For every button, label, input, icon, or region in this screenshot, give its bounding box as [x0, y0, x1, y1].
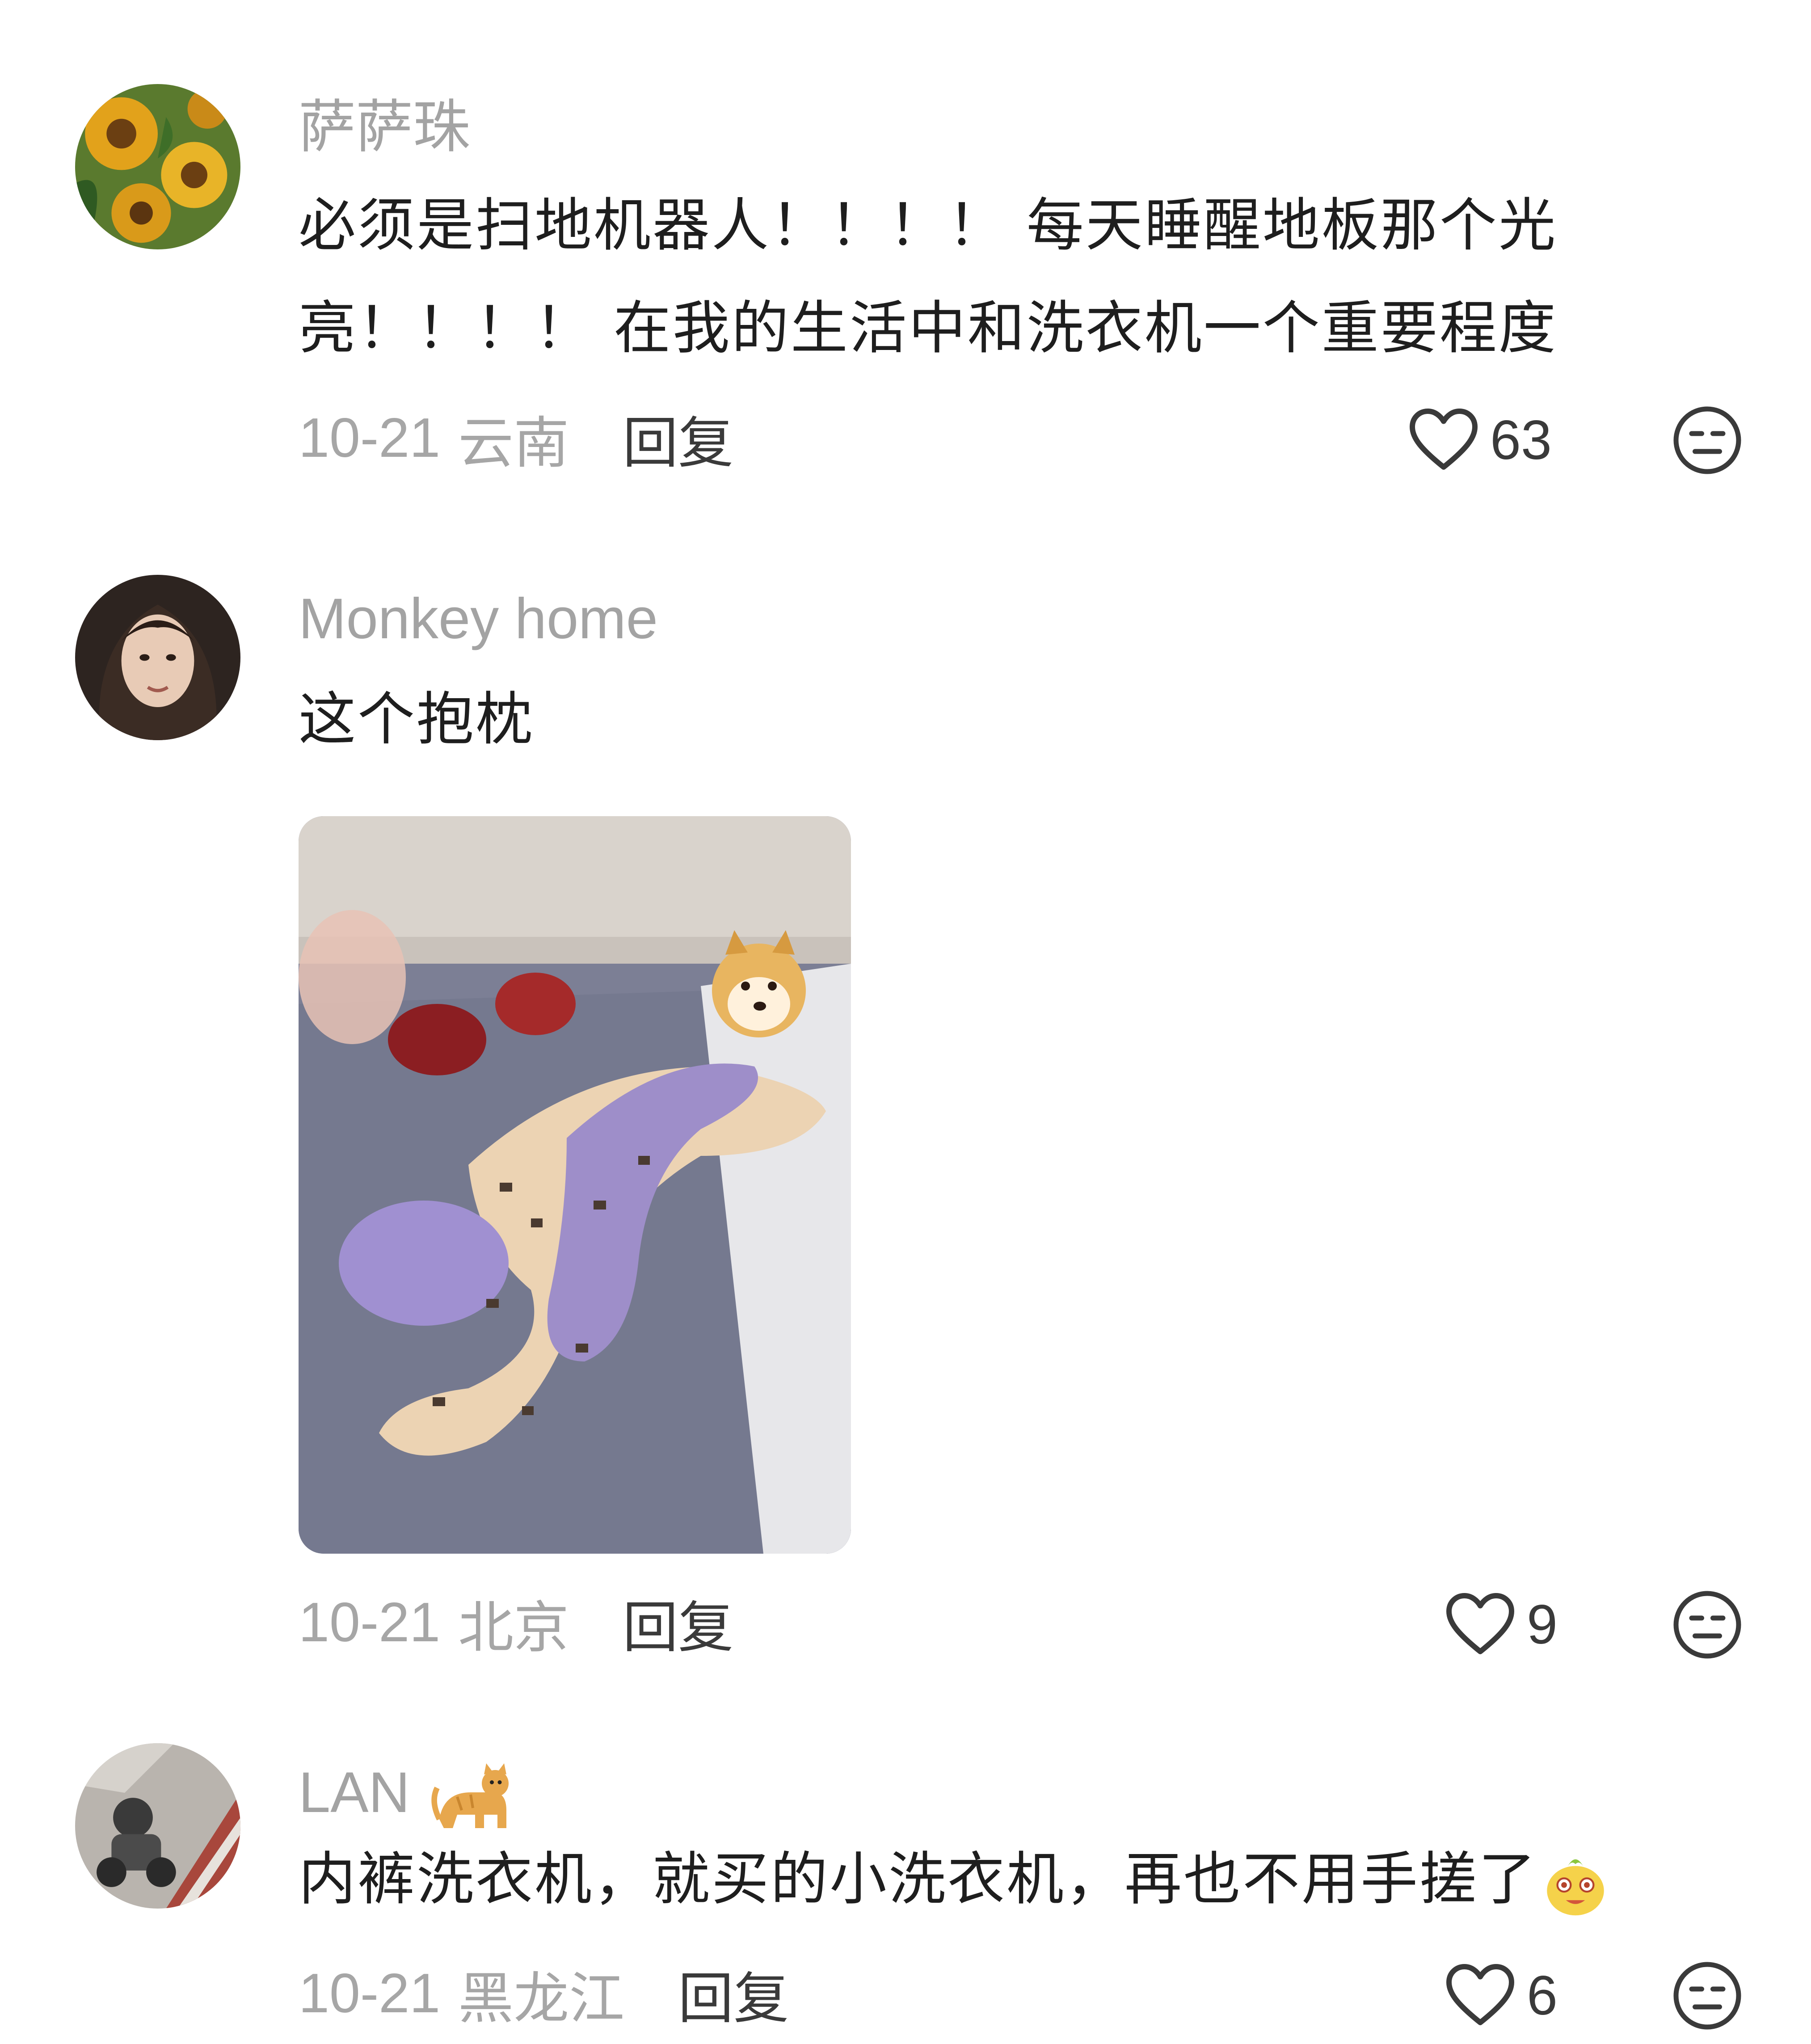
username[interactable]: Monkey home [299, 586, 658, 653]
body-pillow-photo-icon [299, 816, 851, 1554]
dislike-button[interactable] [1672, 405, 1743, 476]
comment-date: 10-21 [299, 1963, 441, 2024]
heart-outline-icon [1410, 409, 1478, 470]
like-count: 9 [1527, 1594, 1558, 1656]
like-button[interactable]: 9 [1445, 1589, 1558, 1660]
comment-location: 北京 [458, 1596, 569, 1660]
user-avatar[interactable] [75, 1743, 240, 1909]
username-text: LAN [299, 1760, 410, 1825]
dislike-button[interactable] [1672, 1960, 1743, 2031]
yellow-emoji-icon [1537, 1845, 1613, 1921]
like-button[interactable]: 6 [1445, 1960, 1558, 2031]
comment-date: 10-21 [299, 1592, 441, 1653]
motorcycle-avatar-icon [75, 1743, 240, 1909]
like-count: 63 [1490, 409, 1552, 471]
sunflower-avatar-icon [75, 84, 240, 249]
cat-emoji-icon [426, 1752, 515, 1842]
like-count: 6 [1527, 1965, 1558, 2027]
reply-button[interactable]: 回复 [623, 398, 733, 478]
meh-face-icon [1673, 406, 1741, 474]
user-avatar[interactable] [75, 575, 240, 740]
comment-text: 必须是扫地机器人！！！！ 每天睡醒地板那个光 [299, 192, 1558, 259]
comment-text-content: 内裤洗衣机，就买的小洗衣机，再也不用手搓了 [299, 1846, 1538, 1913]
comment-location: 云南 [458, 411, 569, 476]
woman-avatar-icon [75, 575, 240, 740]
reply-button[interactable]: 回复 [678, 1953, 789, 2034]
username[interactable]: LAN [299, 1752, 515, 1842]
reply-button[interactable]: 回复 [623, 1582, 733, 1663]
dislike-button[interactable] [1672, 1589, 1743, 1660]
heart-outline-icon [1446, 1964, 1514, 2025]
like-button[interactable]: 63 [1408, 405, 1552, 476]
comment-photo[interactable] [299, 816, 851, 1554]
comment-text: 这个抱枕 [299, 686, 535, 753]
comment-date: 10-21 [299, 407, 441, 469]
comment-location: 黑龙江 [458, 1967, 625, 2031]
comment-meta: 10-21 黑龙江 回复 [299, 1960, 789, 2031]
username[interactable]: 萨萨珠 [299, 94, 470, 161]
meh-face-icon [1673, 1591, 1741, 1659]
comment-meta: 10-21 云南 回复 [299, 405, 733, 476]
comment-text: 亮！！！！ 在我的生活中和洗衣机一个重要程度 [299, 295, 1558, 362]
heart-outline-icon [1446, 1593, 1514, 1654]
comment-text: 内裤洗衣机，就买的小洗衣机，再也不用手搓了 [299, 1845, 1613, 1921]
meh-face-icon [1673, 1962, 1741, 2030]
comment-meta: 10-21 北京 回复 [299, 1589, 733, 1660]
user-avatar[interactable] [75, 84, 240, 249]
